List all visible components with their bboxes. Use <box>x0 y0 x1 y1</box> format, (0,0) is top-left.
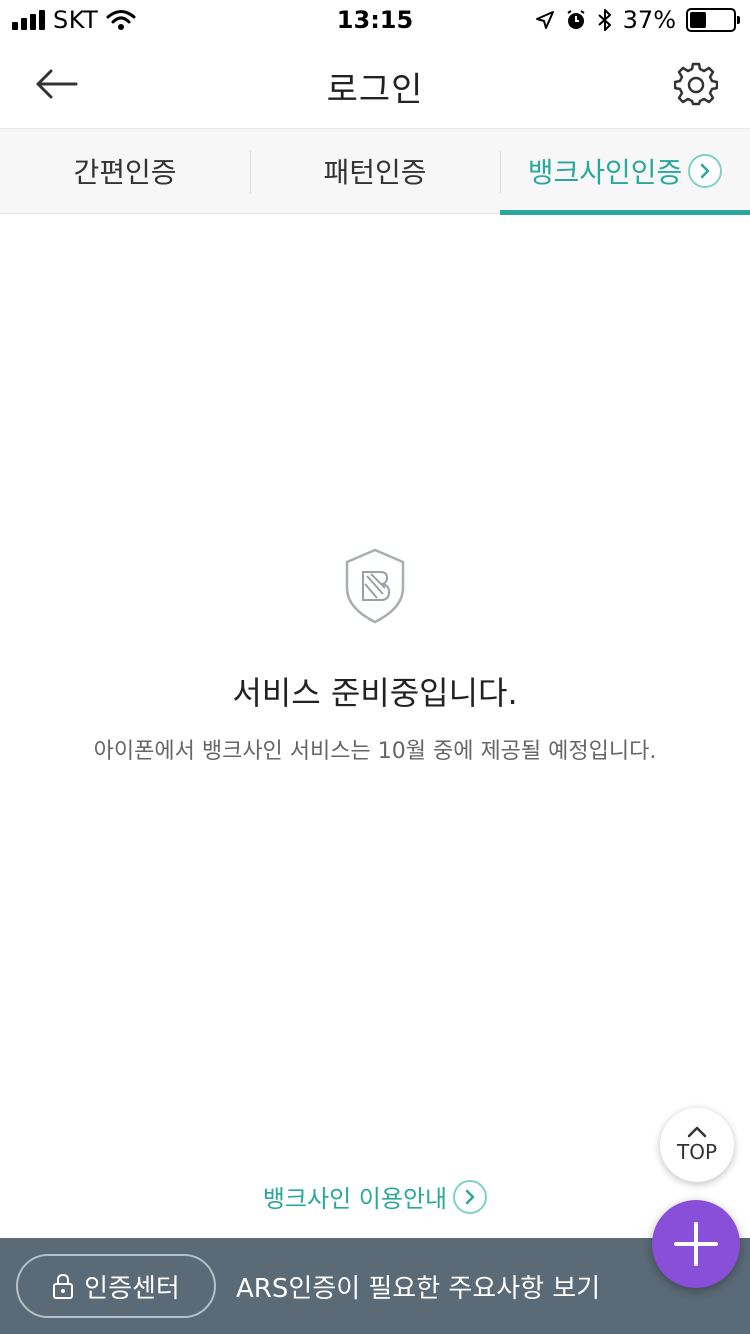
page-title: 로그인 <box>326 70 424 110</box>
main-content: 서비스 준비중입니다. 아이폰에서 뱅크사인 서비스는 10월 중에 제공될 예… <box>0 215 750 1237</box>
ars-info-link[interactable]: ARS인증이 필요한 주요사항 보기 <box>236 1268 600 1305</box>
chevron-right-icon <box>453 1179 488 1214</box>
battery-percent: 37% <box>622 6 676 34</box>
service-preparing-title: 서비스 준비중입니다. <box>232 674 518 712</box>
tab-label: 간편인증 <box>73 156 177 189</box>
header: 로그인 <box>0 40 750 128</box>
auth-center-label: 인증센터 <box>84 1273 180 1304</box>
chevron-right-icon <box>688 154 723 188</box>
auth-center-button[interactable]: 인증센터 <box>16 1254 216 1318</box>
auth-tabs: 간편인증 패턴인증 뱅크사인인증 <box>0 128 750 215</box>
tab-label: 패턴인증 <box>323 156 427 189</box>
plus-icon <box>674 1222 718 1266</box>
gear-icon <box>674 62 718 106</box>
location-icon <box>535 11 554 29</box>
add-floating-button[interactable] <box>652 1200 740 1288</box>
alarm-icon <box>567 10 585 29</box>
battery-icon <box>686 8 740 32</box>
top-label: TOP <box>676 1140 718 1164</box>
settings-button[interactable] <box>672 60 720 108</box>
bluetooth-icon <box>597 9 611 31</box>
status-bar: SKT 13:15 37% <box>0 0 750 40</box>
tab-pattern-auth[interactable]: 패턴인증 <box>250 129 500 213</box>
banksign-shield-icon <box>345 548 405 624</box>
screen: SKT 13:15 37% 로그인 간편인증 패턴인증 뱅크사인인증 서비스 준… <box>0 0 750 1334</box>
guide-link-label: 뱅크사인 이용안내 <box>262 1185 448 1213</box>
bottom-bar: 인증센터 ARS인증이 필요한 주요사항 보기 <box>0 1238 750 1334</box>
lock-icon <box>53 1273 74 1299</box>
status-right: 37% <box>535 6 740 34</box>
scroll-top-button[interactable]: TOP <box>660 1108 734 1182</box>
tab-label: 뱅크사인인증 <box>527 156 683 189</box>
chevron-up-icon <box>687 1126 707 1138</box>
tab-banksign-auth[interactable]: 뱅크사인인증 <box>500 129 750 215</box>
tab-simple-auth[interactable]: 간편인증 <box>0 129 250 213</box>
banksign-guide-link[interactable]: 뱅크사인 이용안내 <box>0 1179 750 1214</box>
service-preparing-subtitle: 아이폰에서 뱅크사인 서비스는 10월 중에 제공될 예정입니다. <box>93 739 657 764</box>
